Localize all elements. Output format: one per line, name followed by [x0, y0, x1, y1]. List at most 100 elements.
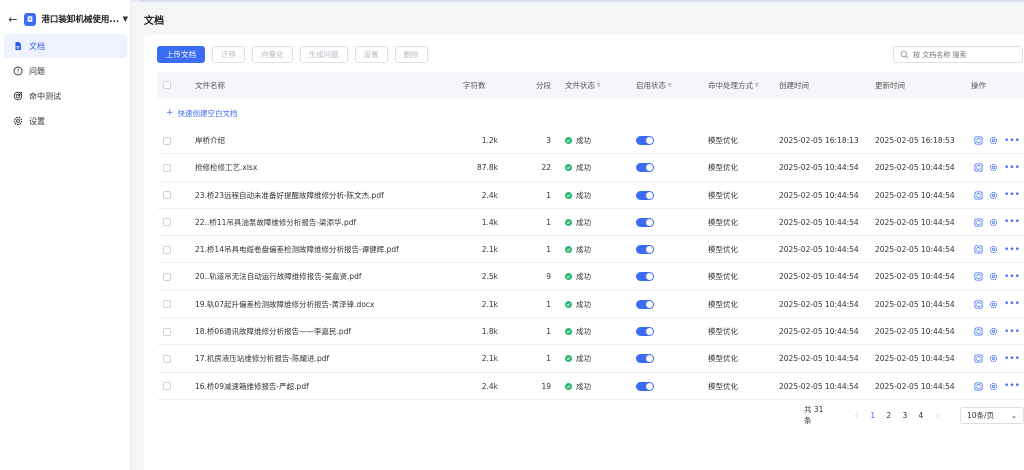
search-input[interactable] — [913, 50, 1013, 59]
row-select-cell[interactable] — [163, 373, 171, 400]
caret-down-icon[interactable]: ▼ — [123, 15, 128, 23]
row-checkbox[interactable] — [163, 354, 171, 363]
back-arrow-icon[interactable]: ← — [6, 12, 20, 26]
more-icon[interactable]: ••• — [1004, 272, 1020, 282]
sync-icon[interactable] — [974, 163, 983, 172]
row-checkbox[interactable] — [163, 327, 171, 336]
table-row[interactable]: 抢修检修工艺.xlsx 87.8k 22 成功 模型优化 2025-02-05 10:44… — [157, 154, 1024, 182]
page-1[interactable]: 1 — [865, 411, 881, 420]
sync-icon[interactable] — [974, 245, 983, 254]
page-4[interactable]: 4 — [913, 411, 929, 420]
row-checkbox[interactable] — [163, 245, 171, 254]
sidebar-item-questions[interactable]: ? 问题 — [4, 59, 127, 83]
more-icon[interactable]: ••• — [1004, 136, 1020, 146]
delete-button[interactable]: 删除 — [394, 46, 428, 63]
more-icon[interactable]: ••• — [1004, 381, 1020, 391]
table-row[interactable]: 23.桥23远程自动未准备好提醒故障维修分析-陈文杰.pdf 2.4k 1 成功 模型优… — [157, 182, 1024, 209]
more-icon[interactable]: ••• — [1004, 299, 1020, 309]
header-file-status[interactable]: 文件状态 ▿ — [565, 72, 601, 98]
more-icon[interactable]: ••• — [1004, 245, 1020, 255]
settings-icon[interactable] — [989, 218, 998, 227]
more-icon[interactable]: ••• — [1004, 354, 1020, 364]
enable-toggle[interactable] — [636, 272, 654, 282]
enable-toggle[interactable] — [636, 327, 654, 337]
document-name[interactable]: 17.机房液压站维修分析报告-陈耀进.pdf — [195, 345, 329, 372]
row-select-cell[interactable] — [163, 291, 171, 318]
document-name[interactable]: 16.桥09减速箱维修报告-严超.pdf — [195, 373, 309, 400]
upload-document-button[interactable]: 上传文档 — [157, 46, 205, 63]
chevron-left-icon[interactable]: ‹ — [855, 411, 858, 420]
row-checkbox[interactable] — [163, 300, 171, 309]
row-select-cell[interactable] — [163, 263, 171, 290]
page-3[interactable]: 3 — [897, 411, 913, 420]
document-name[interactable]: 岸桥介绍 — [195, 127, 225, 154]
more-icon[interactable]: ••• — [1004, 217, 1020, 227]
document-name[interactable]: 23.桥23远程自动未准备好提醒故障维修分析-陈文杰.pdf — [195, 182, 384, 209]
migrate-button[interactable]: 迁移 — [212, 46, 245, 63]
row-checkbox[interactable] — [163, 218, 171, 227]
row-select-cell[interactable] — [163, 182, 171, 209]
row-checkbox[interactable] — [163, 163, 171, 172]
table-row[interactable]: 20..轨道吊无法自动运行故障维修报告-吴嘉贤.pdf 2.5k 9 成功 模型优化 20… — [157, 263, 1024, 291]
sync-icon[interactable] — [974, 191, 983, 200]
enable-toggle[interactable] — [636, 190, 654, 200]
search-box[interactable] — [893, 46, 1023, 63]
table-row[interactable]: 21.桥14吊具电缆卷盘偏差检测故障维修分析报告-谭健辉.pdf 2.1k 1 成功 模… — [157, 236, 1024, 264]
row-checkbox[interactable] — [163, 191, 171, 200]
enable-toggle[interactable] — [636, 381, 654, 391]
select-all-checkbox[interactable] — [163, 81, 171, 89]
settings-icon[interactable] — [989, 163, 998, 172]
sync-icon[interactable] — [974, 136, 983, 145]
page-2[interactable]: 2 — [881, 411, 897, 420]
row-checkbox[interactable] — [163, 272, 171, 281]
table-row[interactable]: 17.机房液压站维修分析报告-陈耀进.pdf 2.1k 1 成功 模型优化 2025-02… — [157, 345, 1024, 373]
sync-icon[interactable] — [974, 354, 983, 363]
header-hit-method[interactable]: 命中处理方式 ▿ — [708, 72, 759, 98]
chevron-right-icon[interactable]: › — [936, 411, 939, 420]
sync-icon[interactable] — [974, 272, 983, 281]
row-checkbox[interactable] — [163, 136, 171, 145]
sync-icon[interactable] — [974, 300, 983, 309]
sidebar-item-hit-test[interactable]: 命中测试 — [4, 84, 127, 108]
enable-toggle[interactable] — [636, 163, 654, 173]
more-icon[interactable]: ••• — [1004, 190, 1020, 200]
row-select-cell[interactable] — [163, 236, 171, 263]
enable-toggle[interactable] — [636, 217, 654, 227]
knowledge-base-title[interactable]: 港口装卸机械使用... — [41, 13, 119, 25]
row-select-cell[interactable] — [163, 345, 171, 372]
document-name[interactable]: 18.桥06通讯故障维修分析报告——李嘉民.pdf — [195, 318, 351, 345]
document-name[interactable]: 20..轨道吊无法自动运行故障维修报告-吴嘉贤.pdf — [195, 263, 362, 290]
header-enable-status[interactable]: 启用状态 ▿ — [636, 72, 672, 98]
settings-icon[interactable] — [989, 272, 998, 281]
filter-icon[interactable]: ▿ — [755, 81, 759, 89]
sidebar-item-settings[interactable]: 设置 — [4, 109, 127, 133]
settings-icon[interactable] — [989, 382, 998, 391]
row-checkbox[interactable] — [163, 382, 171, 391]
document-name[interactable]: 21.桥14吊具电缆卷盘偏差检测故障维修分析报告-谭健辉.pdf — [195, 236, 399, 263]
filter-icon[interactable]: ▿ — [597, 81, 601, 89]
document-name[interactable]: 22..桥11吊具油泵故障维修分析报告-梁添华.pdf — [195, 209, 356, 236]
settings-icon[interactable] — [989, 327, 998, 336]
more-icon[interactable]: ••• — [1004, 163, 1020, 173]
document-name[interactable]: 19.轨07起升偏差检测故障维修分析报告-黄泽锋.docx — [195, 291, 374, 318]
sync-icon[interactable] — [974, 327, 983, 336]
sync-icon[interactable] — [974, 218, 983, 227]
row-select-cell[interactable] — [163, 318, 171, 345]
row-select-cell[interactable] — [163, 154, 171, 181]
sidebar-item-documents[interactable]: 文档 — [4, 34, 127, 58]
table-row[interactable]: 22..桥11吊具油泵故障维修分析报告-梁添华.pdf 1.4k 1 成功 模型优化 20… — [157, 209, 1024, 237]
settings-icon[interactable] — [989, 300, 998, 309]
select-all-cell[interactable] — [163, 72, 171, 98]
sync-icon[interactable] — [974, 382, 983, 391]
enable-toggle[interactable] — [636, 136, 654, 145]
row-select-cell[interactable] — [163, 127, 171, 154]
settings-icon[interactable] — [989, 245, 998, 254]
filter-icon[interactable]: ▿ — [668, 81, 672, 89]
settings-icon[interactable] — [989, 136, 998, 145]
table-row[interactable]: 岸桥介绍 1.2k 3 成功 模型优化 2025-02-05 16:18:13 2025-0… — [157, 127, 1024, 155]
quick-create-link[interactable]: + 快速创建空白文档 — [166, 103, 238, 123]
enable-toggle[interactable] — [636, 354, 654, 364]
settings-icon[interactable] — [989, 191, 998, 200]
page-size-select[interactable]: 10条/页 ⌄ — [959, 406, 1024, 424]
table-row[interactable]: 19.轨07起升偏差检测故障维修分析报告-黄泽锋.docx 2.1k 1 成功 模型优化… — [157, 291, 1024, 319]
